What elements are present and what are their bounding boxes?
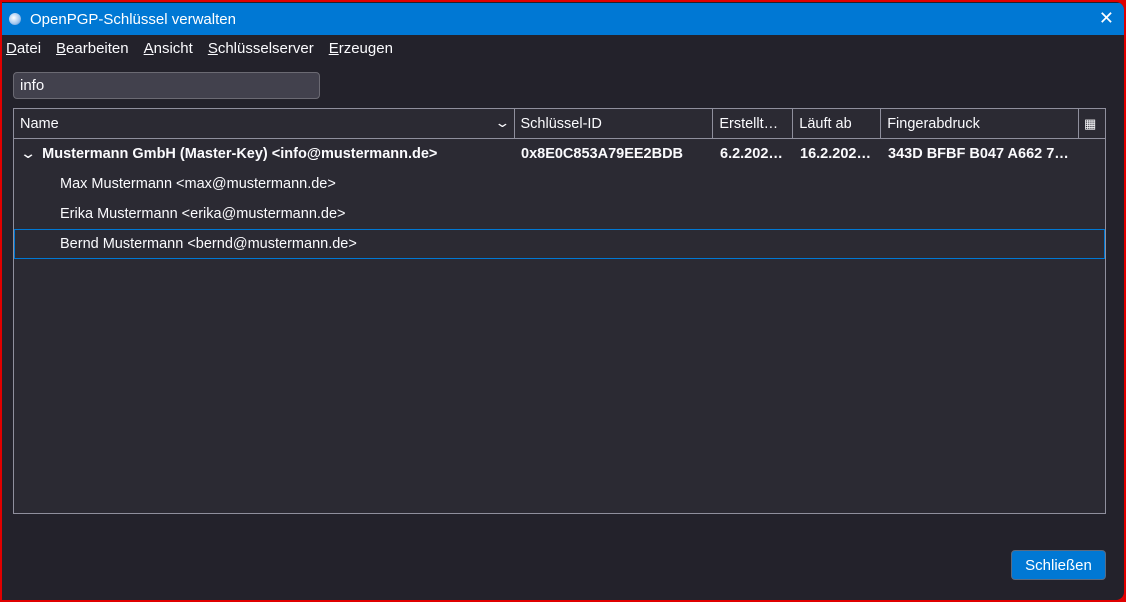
menu-datei[interactable]: Datei <box>6 40 41 57</box>
key-name: Mustermann GmbH (Master-Key) <info@muste… <box>42 146 438 162</box>
uid-name: Bernd Mustermann <bernd@mustermann.de> <box>60 236 357 252</box>
key-fingerprint: 343D BFBF B047 A662 7… <box>888 146 1069 162</box>
table-row[interactable]: Erika Mustermann <erika@mustermann.de> <box>14 199 1105 229</box>
title-bar: OpenPGP-Schlüssel verwalten ✕ <box>2 3 1124 35</box>
close-button[interactable]: Schließen <box>1011 550 1106 580</box>
column-header-expires[interactable]: Läuft ab <box>793 109 882 138</box>
app-icon <box>9 13 21 25</box>
key-manager-window: OpenPGP-Schlüssel verwalten ✕ Datei Bear… <box>2 2 1124 600</box>
column-header-key-id[interactable]: Schlüssel-ID <box>515 109 714 138</box>
menu-schluesselserver[interactable]: Schlüsselserver <box>208 40 314 57</box>
table-row[interactable]: ⌄ Mustermann GmbH (Master-Key) <info@must… <box>14 139 1105 169</box>
menu-erzeugen[interactable]: Erzeugen <box>329 40 393 57</box>
menu-bearbeiten[interactable]: Bearbeiten <box>56 40 129 57</box>
chevron-down-icon: ⌄ <box>493 115 511 130</box>
uid-name: Max Mustermann <max@mustermann.de> <box>60 176 336 192</box>
column-header-created[interactable]: Erstellt… <box>713 109 794 138</box>
menu-ansicht[interactable]: Ansicht <box>144 40 193 57</box>
search-input[interactable] <box>13 72 320 99</box>
column-label: Name <box>20 116 59 132</box>
table-row[interactable]: Bernd Mustermann <bernd@mustermann.de> <box>14 229 1105 259</box>
tree-header: Name ⌄ Schlüssel-ID Erstellt… Läuft ab Fi… <box>14 109 1105 139</box>
column-header-fingerprint[interactable]: Fingerabdruck <box>881 109 1079 138</box>
key-created: 6.2.202… <box>720 146 783 162</box>
key-id: 0x8E0C853A79EE2BDB <box>521 146 684 162</box>
column-picker-icon[interactable]: ▦ <box>1079 109 1105 138</box>
uid-name: Erika Mustermann <erika@mustermann.de> <box>60 206 346 222</box>
column-header-name[interactable]: Name ⌄ <box>14 109 515 138</box>
window-title: OpenPGP-Schlüssel verwalten <box>30 10 236 28</box>
chevron-down-icon[interactable]: ⌄ <box>20 146 37 162</box>
menu-bar: Datei Bearbeiten Ansicht Schlüsselserver… <box>6 40 393 57</box>
close-icon[interactable]: ✕ <box>1099 8 1114 29</box>
table-row[interactable]: Max Mustermann <max@mustermann.de> <box>14 169 1105 199</box>
key-tree: Name ⌄ Schlüssel-ID Erstellt… Läuft ab Fi… <box>13 108 1106 514</box>
key-expires: 16.2.202… <box>800 146 871 162</box>
